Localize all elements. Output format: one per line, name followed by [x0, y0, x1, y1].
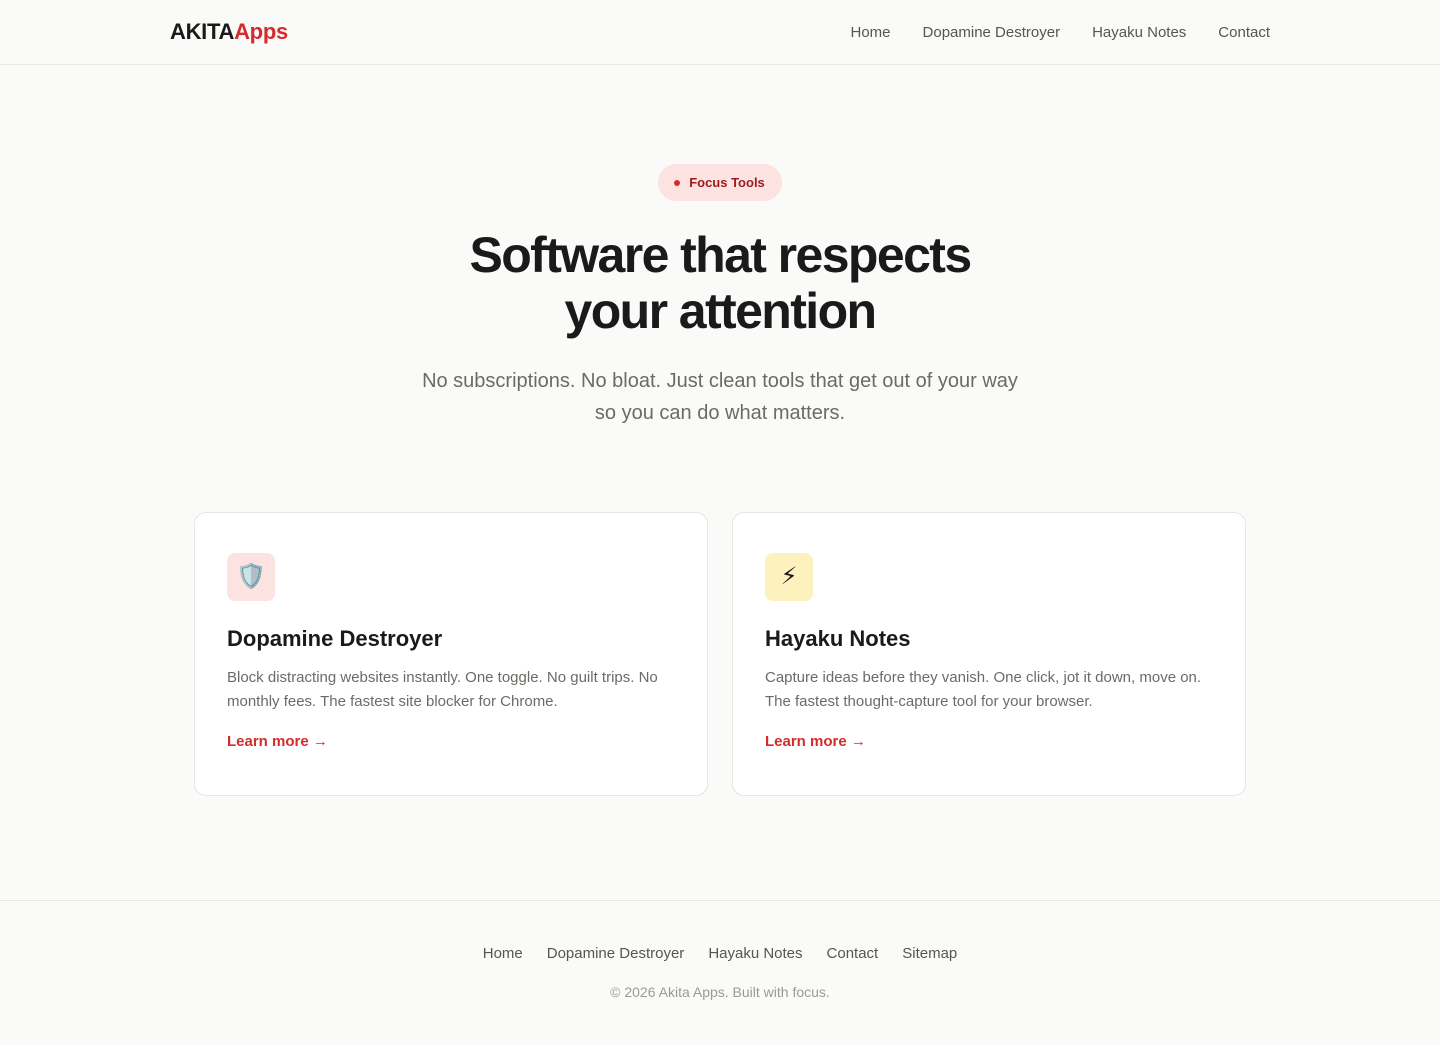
logo-link[interactable]: AKITA Apps	[170, 19, 288, 45]
nav-link-dopamine-destroyer[interactable]: Dopamine Destroyer	[923, 24, 1061, 41]
footer-link-home[interactable]: Home	[483, 945, 523, 962]
site-header: AKITA Apps Home Dopamine Destroyer Hayaku…	[0, 0, 1440, 65]
lightning-icon: ⚡	[765, 553, 813, 601]
header-inner: AKITA Apps Home Dopamine Destroyer Hayaku…	[170, 0, 1270, 64]
footer-link-hayaku-notes[interactable]: Hayaku Notes	[708, 945, 802, 962]
shield-icon: 🛡️	[227, 553, 275, 601]
footer-nav: Home Dopamine Destroyer Hayaku Notes Con…	[0, 945, 1440, 962]
logo-text-akita: AKITA	[170, 19, 235, 44]
product-cards: 🛡️ Dopamine Destroyer Block distracting …	[194, 512, 1246, 796]
product-description: Capture ideas before they vanish. One cl…	[765, 669, 1202, 710]
product-card-hayaku-notes: ⚡ Hayaku Notes Capture ideas before they…	[732, 512, 1246, 796]
main-content: Focus Tools Software that respects your …	[0, 65, 1440, 796]
nav-link-hayaku-notes[interactable]: Hayaku Notes	[1092, 24, 1186, 41]
learn-more-link-hayaku-notes[interactable]: Learn more →	[765, 733, 866, 750]
product-title: Dopamine Destroyer	[227, 626, 443, 651]
hero-subtitle: No subscriptions. No bloat. Just clean t…	[422, 370, 1018, 424]
hero-title-line-1: Software that respects	[469, 227, 972, 283]
hero-section: Focus Tools Software that respects your …	[0, 65, 1440, 429]
top-nav: Home Dopamine Destroyer Hayaku Notes Con…	[851, 24, 1271, 41]
product-title: Hayaku Notes	[765, 626, 911, 651]
hero-title: Software that respects your attention	[0, 227, 1440, 339]
focus-tools-badge: Focus Tools	[658, 164, 782, 201]
footer-link-sitemap[interactable]: Sitemap	[902, 945, 957, 962]
site-footer: Home Dopamine Destroyer Hayaku Notes Con…	[0, 900, 1440, 1045]
learn-more-link-dopamine-destroyer[interactable]: Learn more →	[227, 733, 328, 750]
hero-title-line-2: your attention	[564, 283, 878, 339]
logo-text-apps: Apps	[234, 19, 288, 44]
footer-link-contact[interactable]: Contact	[827, 945, 879, 962]
nav-link-contact[interactable]: Contact	[1218, 24, 1270, 41]
product-description: Block distracting websites instantly. On…	[227, 669, 658, 710]
badge-dot-icon	[674, 179, 681, 186]
nav-link-home[interactable]: Home	[851, 24, 891, 41]
badge-label: Focus Tools	[689, 175, 765, 190]
product-card-dopamine-destroyer: 🛡️ Dopamine Destroyer Block distracting …	[194, 512, 708, 796]
copyright-text: © 2026 Akita Apps. Built with focus.	[610, 984, 830, 1000]
footer-link-dopamine-destroyer[interactable]: Dopamine Destroyer	[547, 945, 685, 962]
